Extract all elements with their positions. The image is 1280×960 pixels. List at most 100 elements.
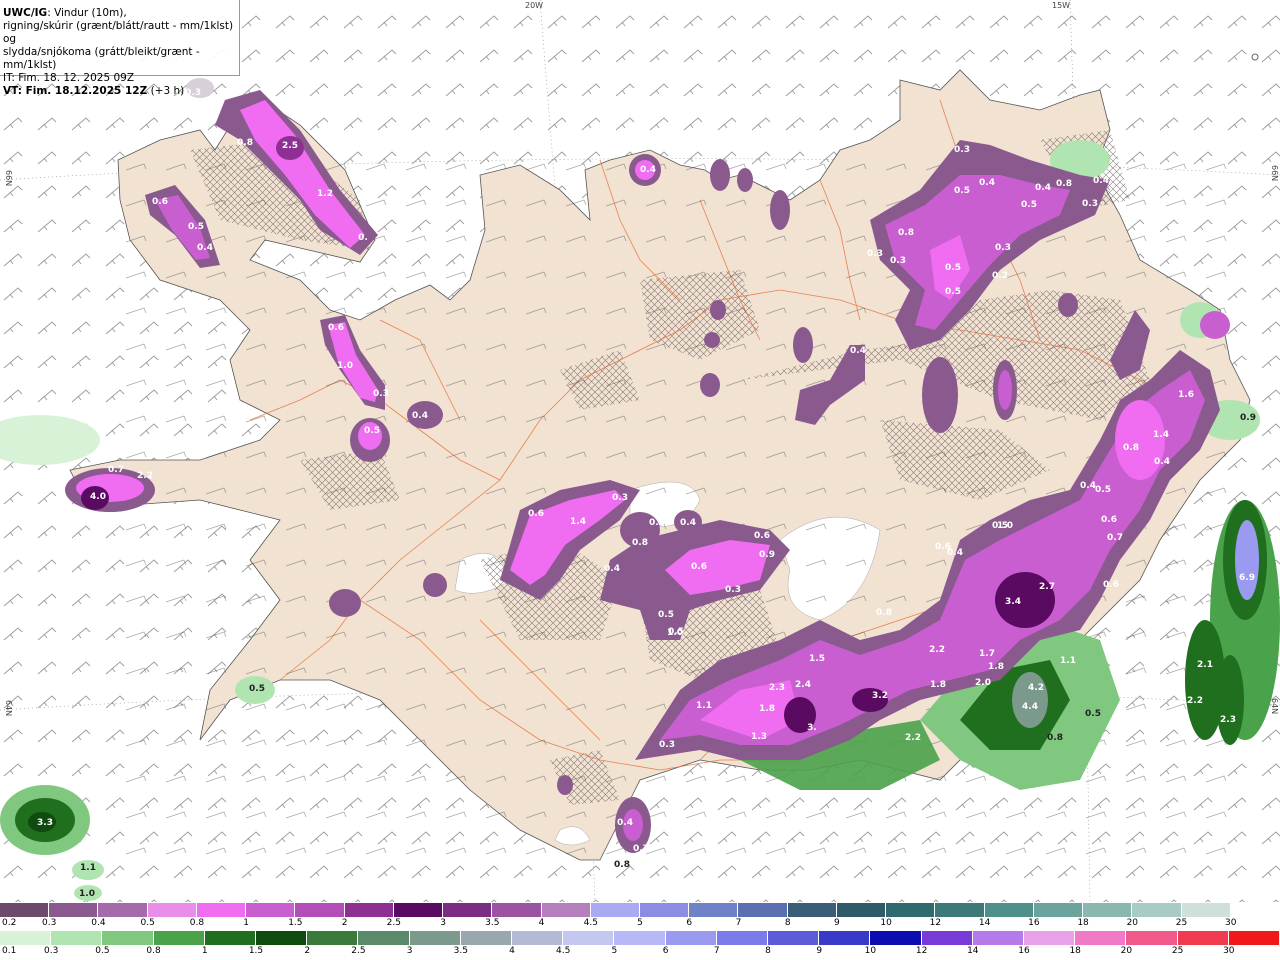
scale-label: 16	[1018, 946, 1030, 956]
snow-value: 1.4	[570, 517, 586, 527]
scale-cell	[921, 931, 973, 945]
lat-64n-right-label: 64N	[1270, 698, 1279, 714]
lat-64n-left-label: 64N	[4, 700, 13, 716]
lon-15w-label: 15W	[1052, 1, 1070, 10]
weather-map[interactable]: 20W 15W 66N 66N 64N 64N 0.3 0.8 2.5 1.2 0. 0.…	[0, 0, 1280, 902]
scale-cell	[1083, 903, 1133, 917]
rain-value: 4.2	[1028, 683, 1044, 693]
scale-label: 0.4	[91, 918, 106, 928]
snow-value: 0.8	[876, 608, 892, 618]
scale-label: 12	[929, 918, 942, 928]
snow-scale-labels: 0.2 0.3 0.4 0.5 0.8 1 1.5 2 2.5 3 3.5 4 4.5 5 6 7 8 9 10 12…	[0, 918, 1280, 930]
scale-label: 0.3	[42, 918, 57, 928]
snow-value: 0.5	[668, 627, 684, 637]
scale-label: 4	[538, 918, 545, 928]
snow-value: 2.2	[905, 733, 921, 743]
scale-cell	[0, 931, 52, 945]
scale-label: 1	[243, 918, 250, 928]
snow-value: 0.3	[373, 389, 389, 399]
snow-value: 0.4	[680, 518, 696, 528]
scale-label: 4.5	[583, 918, 598, 928]
snow-value: 0.6	[1103, 580, 1119, 590]
rain-value: 2.3	[1220, 715, 1236, 725]
rain-value: 3.3	[37, 818, 53, 828]
lon-20w-label: 20W	[525, 1, 543, 10]
scale-cell	[256, 931, 308, 945]
scale-label: 2.5	[351, 946, 366, 956]
snow-value: 0.4	[197, 243, 213, 253]
scale-label: 0.1	[2, 946, 17, 956]
snow-value: 0.3	[1082, 199, 1098, 209]
snow-value: 0.4	[1035, 183, 1051, 193]
scale-label: 0.3	[44, 946, 59, 956]
rain-value: 0.9	[1240, 413, 1256, 423]
scale-cell	[935, 903, 985, 917]
scale-label: 30	[1225, 918, 1237, 928]
snow-value: 0.	[358, 233, 368, 243]
scale-cell	[393, 903, 444, 917]
snow-value: 4.0	[90, 492, 106, 502]
snow-value: 1.1	[696, 701, 712, 711]
snow-value: 0.3	[954, 145, 970, 155]
scale-cell	[819, 931, 871, 945]
snow-value: 1.3	[751, 732, 767, 742]
scale-cell	[153, 931, 205, 945]
snow-value: 1.8	[930, 680, 946, 690]
scale-label: 7	[735, 918, 742, 928]
scale-label: 3	[440, 918, 446, 928]
scale-cell	[590, 903, 640, 917]
snow-value: 0.8	[1056, 179, 1072, 189]
scale-label: 0.5	[140, 918, 155, 928]
scale-cell	[738, 903, 788, 917]
scale-cell	[147, 903, 197, 917]
snow-value: 0.3	[725, 585, 741, 595]
scale-cell	[460, 931, 512, 945]
snow-value: 0.6	[1101, 515, 1117, 525]
scale-label: 20	[1120, 946, 1133, 956]
scale-cell	[984, 903, 1034, 917]
snow-value: 0.6	[691, 562, 707, 572]
scale-label: 0.2	[2, 918, 17, 928]
snow-value: 0.8	[632, 538, 648, 548]
scale-cell	[295, 903, 345, 917]
snow-value: 0.4	[979, 178, 995, 188]
snow-value: 0.3	[659, 740, 675, 750]
snow-value: 0.6	[152, 197, 168, 207]
snow-value: 1.0	[337, 361, 353, 371]
snow-value: 0.4	[850, 346, 866, 356]
scale-label: 25	[1171, 946, 1184, 956]
snow-value: 0.7	[108, 465, 124, 475]
rain-value: 0.5	[249, 684, 265, 694]
scale-cell	[204, 931, 256, 945]
snow-color-scale	[0, 903, 1280, 917]
snow-value: 0.5	[188, 222, 204, 232]
snow-value: 2.2	[929, 645, 945, 655]
scale-label: 0.5	[95, 946, 110, 956]
scale-label: 0.8	[146, 946, 161, 956]
scale-cell	[886, 903, 936, 917]
snow-value: 0.6	[328, 323, 344, 333]
snow-value: 0.5	[364, 426, 380, 436]
scale-label: 2.5	[386, 918, 402, 928]
scale-label: 3	[406, 946, 413, 956]
scale-cell	[787, 903, 837, 917]
scale-label: 1.5	[288, 918, 303, 928]
scale-label: 3.5	[485, 918, 500, 928]
snow-value: 0.4	[1080, 481, 1096, 491]
rain-value: 1.0	[79, 889, 95, 899]
snow-value: 1.5	[809, 654, 825, 664]
scale-label: 2	[304, 946, 311, 956]
scale-cell	[1075, 931, 1127, 945]
scale-label: 3.5	[453, 946, 468, 956]
scale-label: 14	[967, 946, 979, 956]
scale-cell	[1230, 903, 1280, 917]
snow-value: 0.3	[612, 493, 628, 503]
scale-label: 12	[915, 946, 928, 956]
scale-cell	[102, 931, 154, 945]
snow-value: 0.3	[995, 243, 1011, 253]
snow-value: 3.4	[1005, 597, 1021, 607]
scale-cell	[972, 931, 1024, 945]
scale-cell	[1126, 931, 1178, 945]
scale-cell	[1181, 903, 1231, 917]
snow-value: 0.3	[890, 256, 906, 266]
